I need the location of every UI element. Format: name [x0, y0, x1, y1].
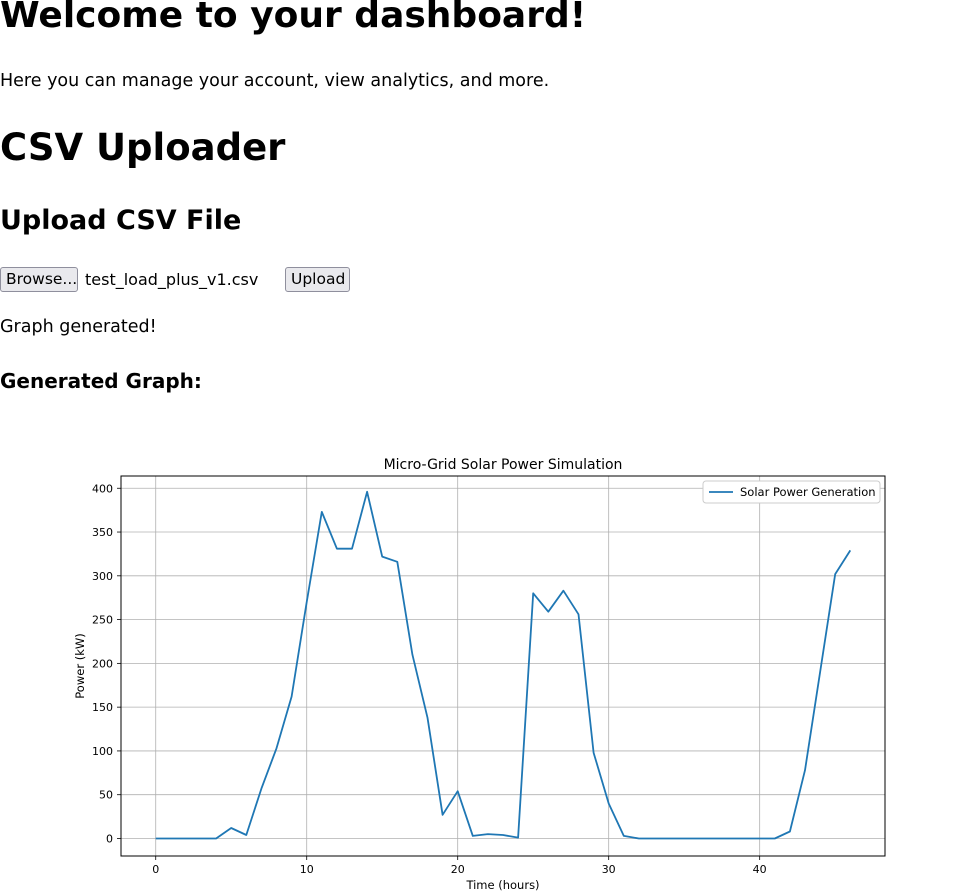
- upload-button[interactable]: Upload: [285, 267, 350, 292]
- y-axis-label: Power (kW): [73, 633, 87, 698]
- y-tick-label: 200: [92, 657, 113, 670]
- browse-button[interactable]: Browse...: [0, 267, 78, 292]
- selected-file-name: test_load_plus_v1.csv: [85, 270, 259, 289]
- y-tick-label: 100: [92, 745, 113, 758]
- chart-background: [0, 440, 963, 891]
- upload-csv-heading: Upload CSV File: [0, 205, 242, 236]
- chart-legend: Solar Power Generation: [702, 480, 881, 504]
- csv-uploader-title: CSV Uploader: [0, 126, 286, 169]
- y-tick-label: 250: [92, 614, 113, 627]
- x-tick-label: 40: [753, 863, 767, 876]
- legend-label: Solar Power Generation: [740, 485, 876, 499]
- y-tick-label: 50: [99, 789, 113, 802]
- chart-title: Micro-Grid Solar Power Simulation: [384, 457, 623, 473]
- generated-graph-heading: Generated Graph:: [0, 369, 202, 393]
- welcome-title: Welcome to your dashboard!: [0, 0, 587, 36]
- y-tick-label: 300: [92, 570, 113, 583]
- status-message: Graph generated!: [0, 317, 157, 337]
- solar-power-chart: 0 10 20 30 40050100150200250300350400 Micro-…: [0, 440, 963, 891]
- dashboard-page: Welcome to your dashboard! Here you can …: [0, 0, 963, 891]
- x-tick-label: 20: [451, 863, 465, 876]
- y-tick-label: 350: [92, 526, 113, 539]
- x-tick-label: 0: [152, 863, 159, 876]
- x-axis-label: Time (hours): [465, 878, 539, 891]
- welcome-description: Here you can manage your account, view a…: [0, 71, 550, 91]
- x-tick-label: 10: [300, 863, 314, 876]
- x-tick-label: 30: [602, 863, 616, 876]
- y-tick-label: 0: [106, 832, 113, 845]
- y-tick-label: 150: [92, 701, 113, 714]
- y-tick-label: 400: [92, 482, 113, 495]
